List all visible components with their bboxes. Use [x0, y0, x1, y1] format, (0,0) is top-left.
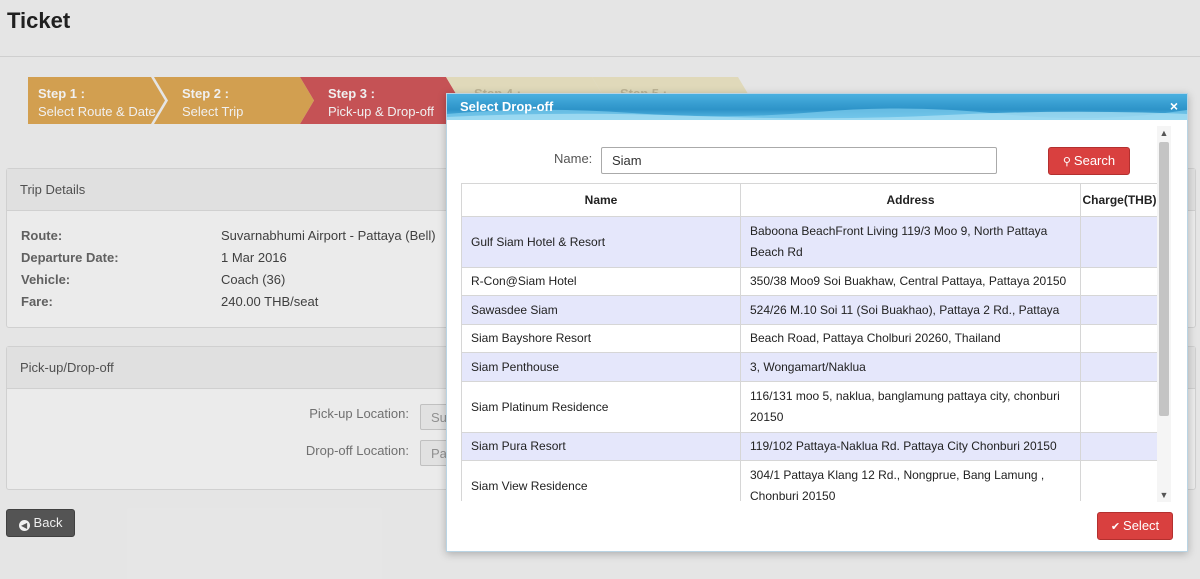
- cell-address: 3, Wongamart/Naklua: [740, 352, 1081, 382]
- header-wave-decoration: [447, 108, 1187, 120]
- table-row[interactable]: Sawasdee Siam 524/26 M.10 Soi 11 (Soi Bu…: [461, 295, 1158, 325]
- dialog-title: Select Drop-off: [460, 99, 554, 114]
- table-header-row: Name Address Charge(THB): [461, 183, 1158, 217]
- cell-address: 116/131 moo 5, naklua, banglamung pattay…: [740, 381, 1081, 433]
- column-header-name[interactable]: Name: [461, 183, 741, 217]
- table-scrollbar[interactable]: ▲ ▼: [1157, 126, 1171, 502]
- cell-name: Gulf Siam Hotel & Resort: [461, 216, 741, 268]
- dropoff-table-container: Name Address Charge(THB) Gulf Siam Hotel…: [461, 183, 1158, 501]
- cell-name: Siam Pura Resort: [461, 432, 741, 461]
- table-row[interactable]: Siam View Residence 304/1 Pattaya Klang …: [461, 460, 1158, 501]
- cell-address: Baboona BeachFront Living 119/3 Moo 9, N…: [740, 216, 1081, 268]
- cell-name: R-Con@Siam Hotel: [461, 267, 741, 296]
- table-row[interactable]: Siam Pura Resort 119/102 Pattaya-Naklua …: [461, 432, 1158, 461]
- cell-address: Beach Road, Pattaya Cholburi 20260, Thai…: [740, 324, 1081, 353]
- close-icon[interactable]: ×: [1170, 98, 1178, 114]
- cell-charge: [1080, 324, 1158, 353]
- cell-name: Siam Bayshore Resort: [461, 324, 741, 353]
- name-label: Name:: [554, 151, 593, 166]
- dropoff-table: Name Address Charge(THB) Gulf Siam Hotel…: [461, 183, 1158, 501]
- cell-charge: [1080, 352, 1158, 382]
- cell-name: Siam View Residence: [461, 460, 741, 501]
- cell-charge: [1080, 216, 1158, 268]
- search-icon: ⚲: [1062, 156, 1071, 168]
- column-header-charge[interactable]: Charge(THB): [1080, 183, 1158, 217]
- select-dropoff-dialog: Select Drop-off × Name: ⚲Search Name Add…: [446, 93, 1188, 552]
- search-button[interactable]: ⚲ Search: [1048, 147, 1130, 175]
- column-header-address[interactable]: Address: [740, 183, 1081, 217]
- table-row[interactable]: Siam Bayshore Resort Beach Road, Pattaya…: [461, 324, 1158, 353]
- cell-address: 350/38 Moo9 Soi Buakhaw, Central Pattaya…: [740, 267, 1081, 296]
- select-button-label: Select: [1123, 518, 1160, 533]
- cell-charge: [1080, 381, 1158, 433]
- scroll-up-icon[interactable]: ▲: [1157, 126, 1171, 140]
- cell-address: 304/1 Pattaya Klang 12 Rd., Nongprue, Ba…: [740, 460, 1081, 501]
- check-icon: ✔: [1110, 521, 1121, 533]
- table-row[interactable]: R-Con@Siam Hotel 350/38 Moo9 Soi Buakhaw…: [461, 267, 1158, 296]
- cell-name: Siam Penthouse: [461, 352, 741, 382]
- cell-address: 524/26 M.10 Soi 11 (Soi Buakhao), Pattay…: [740, 295, 1081, 325]
- select-button[interactable]: ✔ Select: [1097, 512, 1173, 540]
- cell-address: 119/102 Pattaya-Naklua Rd. Pattaya City …: [740, 432, 1081, 461]
- table-row[interactable]: Siam Platinum Residence 116/131 moo 5, n…: [461, 381, 1158, 433]
- cell-name: Sawasdee Siam: [461, 295, 741, 325]
- table-row[interactable]: Gulf Siam Hotel & Resort Baboona BeachFr…: [461, 216, 1158, 268]
- scroll-down-icon[interactable]: ▼: [1157, 488, 1171, 502]
- search-button-label: Search: [1073, 153, 1116, 168]
- name-search-input[interactable]: [601, 147, 997, 174]
- dialog-header[interactable]: Select Drop-off ×: [447, 94, 1187, 120]
- cell-name: Siam Platinum Residence: [461, 381, 741, 433]
- table-row[interactable]: Siam Penthouse 3, Wongamart/Naklua: [461, 352, 1158, 382]
- cell-charge: [1080, 295, 1158, 325]
- cell-charge: [1080, 432, 1158, 461]
- scrollbar-thumb[interactable]: [1159, 142, 1169, 416]
- cell-charge: [1080, 267, 1158, 296]
- cell-charge: [1080, 460, 1158, 501]
